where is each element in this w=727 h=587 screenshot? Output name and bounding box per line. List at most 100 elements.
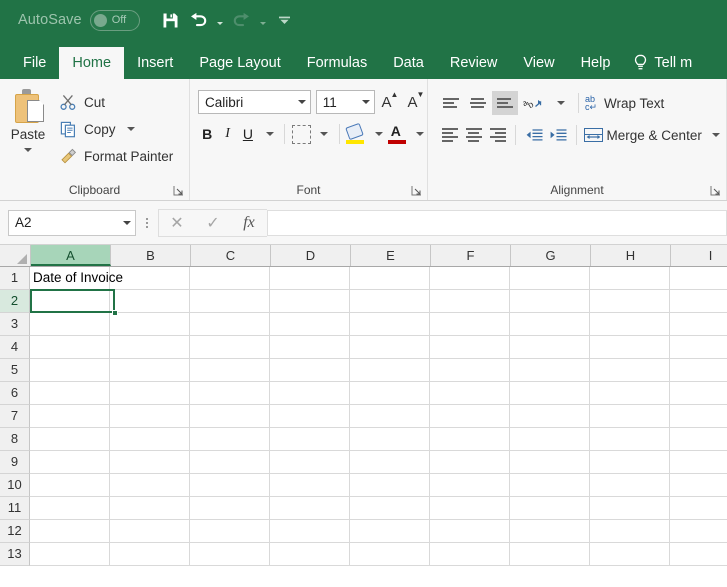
cell-i5[interactable] [670, 359, 727, 382]
cell-i7[interactable] [670, 405, 727, 428]
chevron-down-icon[interactable] [294, 100, 310, 104]
align-middle-button[interactable] [465, 91, 491, 115]
cell-e13[interactable] [350, 543, 430, 566]
cell-f5[interactable] [430, 359, 510, 382]
cell-b8[interactable] [110, 428, 190, 451]
merge-center-dropdown-button[interactable] [703, 123, 726, 147]
cell-f11[interactable] [430, 497, 510, 520]
cell-e4[interactable] [350, 336, 430, 359]
autosave-toggle[interactable]: Off [89, 9, 140, 31]
cell-a13[interactable] [30, 543, 110, 566]
cell-f7[interactable] [430, 405, 510, 428]
increase-indent-button[interactable] [546, 123, 569, 147]
decrease-indent-button[interactable] [522, 123, 545, 147]
cell-h6[interactable] [590, 382, 670, 405]
cell-a10[interactable] [30, 474, 110, 497]
tab-formulas[interactable]: Formulas [294, 47, 380, 79]
tab-review[interactable]: Review [437, 47, 511, 79]
cell-a3[interactable] [30, 313, 110, 336]
cell-a5[interactable] [30, 359, 110, 382]
bold-button[interactable]: B [198, 122, 216, 146]
cell-f1[interactable] [430, 267, 510, 290]
cell-f12[interactable] [430, 520, 510, 543]
orientation-button[interactable]: a b [519, 91, 545, 115]
italic-button[interactable]: I [218, 122, 236, 146]
cell-g2[interactable] [510, 290, 590, 313]
cell-a2[interactable] [30, 290, 110, 313]
cell-h1[interactable] [590, 267, 670, 290]
cell-d10[interactable] [270, 474, 350, 497]
increase-font-size-button[interactable]: A▲ [380, 90, 401, 111]
cell-g12[interactable] [510, 520, 590, 543]
cell-f3[interactable] [430, 313, 510, 336]
decrease-font-size-button[interactable]: A▼ [406, 90, 427, 111]
chevron-down-icon[interactable] [119, 220, 135, 225]
row-header-1[interactable]: 1 [0, 267, 30, 290]
cell-b11[interactable] [110, 497, 190, 520]
cell-b5[interactable] [110, 359, 190, 382]
cell-b10[interactable] [110, 474, 190, 497]
merge-center-label[interactable]: Merge & Center [607, 128, 702, 143]
tab-help[interactable]: Help [568, 47, 624, 79]
underline-button[interactable]: U [239, 122, 257, 146]
cell-d8[interactable] [270, 428, 350, 451]
font-size-select[interactable]: 11 [315, 90, 375, 114]
tab-view[interactable]: View [510, 47, 567, 79]
cell-a7[interactable] [30, 405, 110, 428]
tell-me-search[interactable]: Tell m [623, 47, 692, 79]
row-header-10[interactable]: 10 [0, 474, 30, 497]
cell-d13[interactable] [270, 543, 350, 566]
cell-f13[interactable] [430, 543, 510, 566]
cell-d3[interactable] [270, 313, 350, 336]
row-header-4[interactable]: 4 [0, 336, 30, 359]
column-header-f[interactable]: F [431, 245, 511, 266]
cell-d6[interactable] [270, 382, 350, 405]
cell-e12[interactable] [350, 520, 430, 543]
cell-d9[interactable] [270, 451, 350, 474]
cell-g4[interactable] [510, 336, 590, 359]
cell-c7[interactable] [190, 405, 270, 428]
cell-h3[interactable] [590, 313, 670, 336]
cell-g5[interactable] [510, 359, 590, 382]
copy-dropdown-icon[interactable] [126, 127, 135, 131]
row-header-9[interactable]: 9 [0, 451, 30, 474]
cell-g11[interactable] [510, 497, 590, 520]
cell-h2[interactable] [590, 290, 670, 313]
cell-c3[interactable] [190, 313, 270, 336]
fill-color-dropdown-button[interactable] [367, 122, 385, 146]
cell-g6[interactable] [510, 382, 590, 405]
borders-button[interactable] [292, 122, 312, 146]
cell-b13[interactable] [110, 543, 190, 566]
cut-button[interactable]: Cut [56, 91, 173, 113]
cell-d2[interactable] [270, 290, 350, 313]
cell-e3[interactable] [350, 313, 430, 336]
cell-f8[interactable] [430, 428, 510, 451]
cell-i12[interactable] [670, 520, 727, 543]
row-header-7[interactable]: 7 [0, 405, 30, 428]
cell-d11[interactable] [270, 497, 350, 520]
cell-h8[interactable] [590, 428, 670, 451]
row-header-2[interactable]: 2 [0, 290, 30, 313]
wrap-text-label[interactable]: Wrap Text [604, 96, 664, 111]
confirm-entry-button[interactable]: ✓ [195, 211, 231, 235]
cell-b9[interactable] [110, 451, 190, 474]
cell-g13[interactable] [510, 543, 590, 566]
cell-c11[interactable] [190, 497, 270, 520]
align-center-button[interactable] [462, 123, 485, 147]
column-header-i[interactable]: I [671, 245, 727, 266]
cell-e8[interactable] [350, 428, 430, 451]
cell-a12[interactable] [30, 520, 110, 543]
cell-h5[interactable] [590, 359, 670, 382]
column-header-g[interactable]: G [511, 245, 591, 266]
cancel-entry-button[interactable]: ✕ [159, 211, 195, 235]
cell-g10[interactable] [510, 474, 590, 497]
cell-e2[interactable] [350, 290, 430, 313]
tab-home[interactable]: Home [59, 47, 125, 79]
redo-button[interactable] [229, 6, 255, 34]
cell-b12[interactable] [110, 520, 190, 543]
cell-a8[interactable] [30, 428, 110, 451]
column-header-c[interactable]: C [191, 245, 271, 266]
cell-b3[interactable] [110, 313, 190, 336]
undo-button[interactable] [186, 6, 212, 34]
cell-f4[interactable] [430, 336, 510, 359]
